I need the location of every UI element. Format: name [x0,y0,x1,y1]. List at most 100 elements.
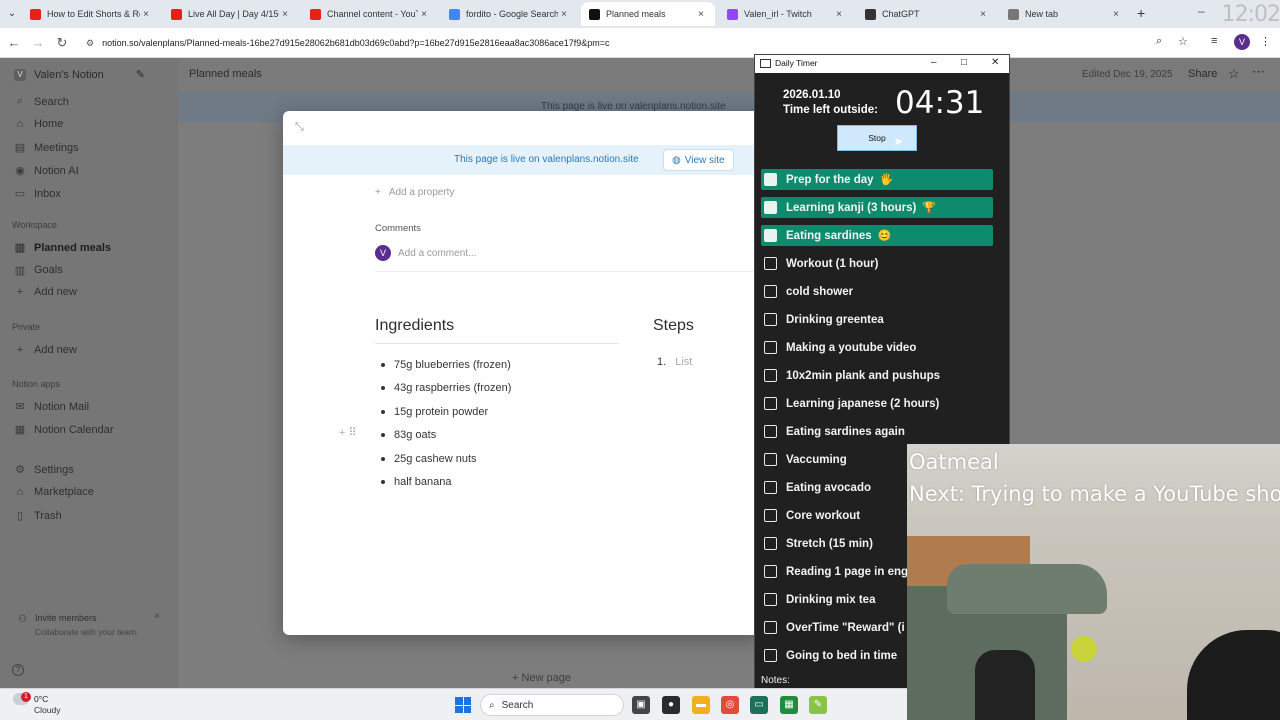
task-checkbox[interactable] [764,369,777,382]
close-icon[interactable]: × [695,9,707,20]
media-control-icon[interactable]: ≡ [1211,35,1217,47]
invite-members-card[interactable]: ⚇ Invite members Collaborate with your t… [6,608,168,644]
list-item[interactable]: 25g cashew nuts [381,447,511,471]
task-checkbox[interactable] [764,257,777,270]
task-checkbox[interactable] [764,593,777,606]
task-checkbox[interactable] [764,201,777,214]
sidebar-item-marketplace[interactable]: ⌂ Marketplace [14,486,94,498]
stop-button[interactable]: Stop [837,125,917,151]
browser-tab[interactable]: Channel content - YouTub× [302,2,438,26]
forward-icon[interactable]: → [30,35,46,50]
browser-tab[interactable]: How to Edit Shorts & Re × [22,2,160,26]
site-info-icon[interactable]: ⚙ [86,38,94,49]
sidebar-item-add-new[interactable]: + Add new [14,286,77,298]
task-checkbox[interactable] [764,341,777,354]
sidebar-item-settings[interactable]: ⚙ Settings [14,463,74,477]
task-checkbox[interactable] [764,453,777,466]
sidebar-item-home[interactable]: ⌂ Home [14,118,64,130]
new-page-button[interactable]: + New page [512,672,571,684]
spreadsheet-icon[interactable]: ▦ [780,696,798,714]
sidebar-item-planned-meals[interactable]: ▥ Planned meals [14,241,111,255]
task-checkbox[interactable] [764,173,777,186]
reload-icon[interactable]: ↻ [54,35,70,51]
new-page-pencil-icon[interactable]: ✎ [136,68,145,81]
view-site-button[interactable]: ◍ View site [663,149,734,171]
task-checkbox[interactable] [764,537,777,550]
weather-condition[interactable]: Cloudy [34,705,60,715]
list-item[interactable]: 83g oats [381,424,511,448]
task-checkbox[interactable] [764,565,777,578]
sidebar-item-search[interactable]: ⌕ Search [14,95,69,108]
task-row[interactable]: Workout (1 hour) [761,253,993,274]
task-row[interactable]: Learning japanese (2 hours) [761,393,993,414]
browser-tab[interactable]: Live All Day | Day 4/150 b× [163,2,299,26]
new-tab-plus-icon[interactable]: + [1137,5,1145,21]
task-checkbox[interactable] [764,425,777,438]
minimize-icon[interactable]: – [931,57,937,68]
zoom-icon[interactable]: ⌕ [1156,35,1162,48]
help-icon[interactable]: ? [12,664,24,676]
favorite-star-icon[interactable]: ☆ [1228,66,1240,82]
browser-tab[interactable]: Valen_irl - Twitch × [719,2,853,26]
close-icon[interactable]: × [558,9,570,20]
back-icon[interactable]: ← [6,35,22,50]
close-icon[interactable]: × [418,9,430,20]
close-icon[interactable]: × [140,9,152,20]
windows-start-icon[interactable] [455,697,471,713]
sidebar-item-notion-ai[interactable]: ◉ Notion AI [14,164,78,178]
chrome-icon[interactable]: ◎ [721,696,739,714]
minimize-icon[interactable]: – [1198,4,1205,18]
task-row[interactable]: 10x2min plank and pushups [761,365,993,386]
profile-avatar[interactable]: V [1234,34,1250,50]
breadcrumb[interactable]: Planned meals [189,68,262,80]
bookmark-star-icon[interactable]: ☆ [1178,35,1188,48]
task-checkbox[interactable] [764,229,777,242]
task-checkbox[interactable] [764,313,777,326]
weather-temperature[interactable]: 0°C [34,694,48,704]
close-icon[interactable]: × [833,9,845,20]
expand-icon[interactable]: ⤡ [295,121,304,134]
steps-list-item[interactable]: 1. List [657,356,692,368]
task-checkbox[interactable] [764,481,777,494]
task-view-icon[interactable]: ▣ [632,696,650,714]
close-icon[interactable]: × [977,9,989,20]
task-row[interactable]: Making a youtube video [761,337,993,358]
browser-tab[interactable]: fordito - Google Search × [441,2,578,26]
close-icon[interactable]: ✕ [991,57,999,68]
list-item[interactable]: 15g protein powder [381,400,511,424]
list-item[interactable]: 75g blueberries (frozen) [381,353,511,377]
chrome-menu-icon[interactable]: ⋮ [1260,35,1271,48]
sidebar-item-trash[interactable]: ▯ Trash [14,509,62,523]
private-add-new[interactable]: + Add new [14,344,77,356]
sidebar-item-meetings[interactable]: ▤ Meetings [14,141,79,155]
task-row[interactable]: Eating sardines 😊 [761,225,993,246]
task-checkbox[interactable] [764,285,777,298]
comment-input[interactable]: V Add a comment... [375,245,476,261]
task-row[interactable]: Learning kanji (3 hours) 🏆 [761,197,993,218]
tab-search-chevron-icon[interactable]: ⌄ [4,6,20,22]
maximize-icon[interactable]: □ [961,57,967,68]
obs-icon[interactable]: ● [662,696,680,714]
task-row[interactable]: Drinking greentea [761,309,993,330]
task-checkbox[interactable] [764,649,777,662]
browser-tab[interactable]: Planned meals × [581,2,715,26]
timer-app-icon[interactable]: ▭ [750,696,768,714]
task-checkbox[interactable] [764,621,777,634]
sidebar-item-inbox[interactable]: ▭ Inbox [14,187,61,201]
sidebar-item-notion-mail[interactable]: ✉ Notion Mail [14,400,89,414]
browser-tab[interactable]: New tab × [1000,2,1130,26]
close-icon[interactable]: × [279,9,291,20]
task-checkbox[interactable] [764,397,777,410]
close-icon[interactable]: × [1110,9,1122,20]
more-options-icon[interactable]: ⋯ [1252,64,1265,80]
block-drag-handle-icon[interactable]: + ⠿ [339,426,357,439]
close-icon[interactable]: × [154,611,160,622]
add-property-button[interactable]: + Add a property [375,187,454,198]
list-item[interactable]: half banana [381,471,511,495]
task-row[interactable]: Prep for the day 🖐 [761,169,993,190]
task-row[interactable]: Eating sardines again [761,421,993,442]
notepad-icon[interactable]: ✎ [809,696,827,714]
browser-tab[interactable]: ChatGPT × [857,2,997,26]
task-checkbox[interactable] [764,509,777,522]
sidebar-item-notion-calendar[interactable]: ▦ Notion Calendar [14,423,114,437]
